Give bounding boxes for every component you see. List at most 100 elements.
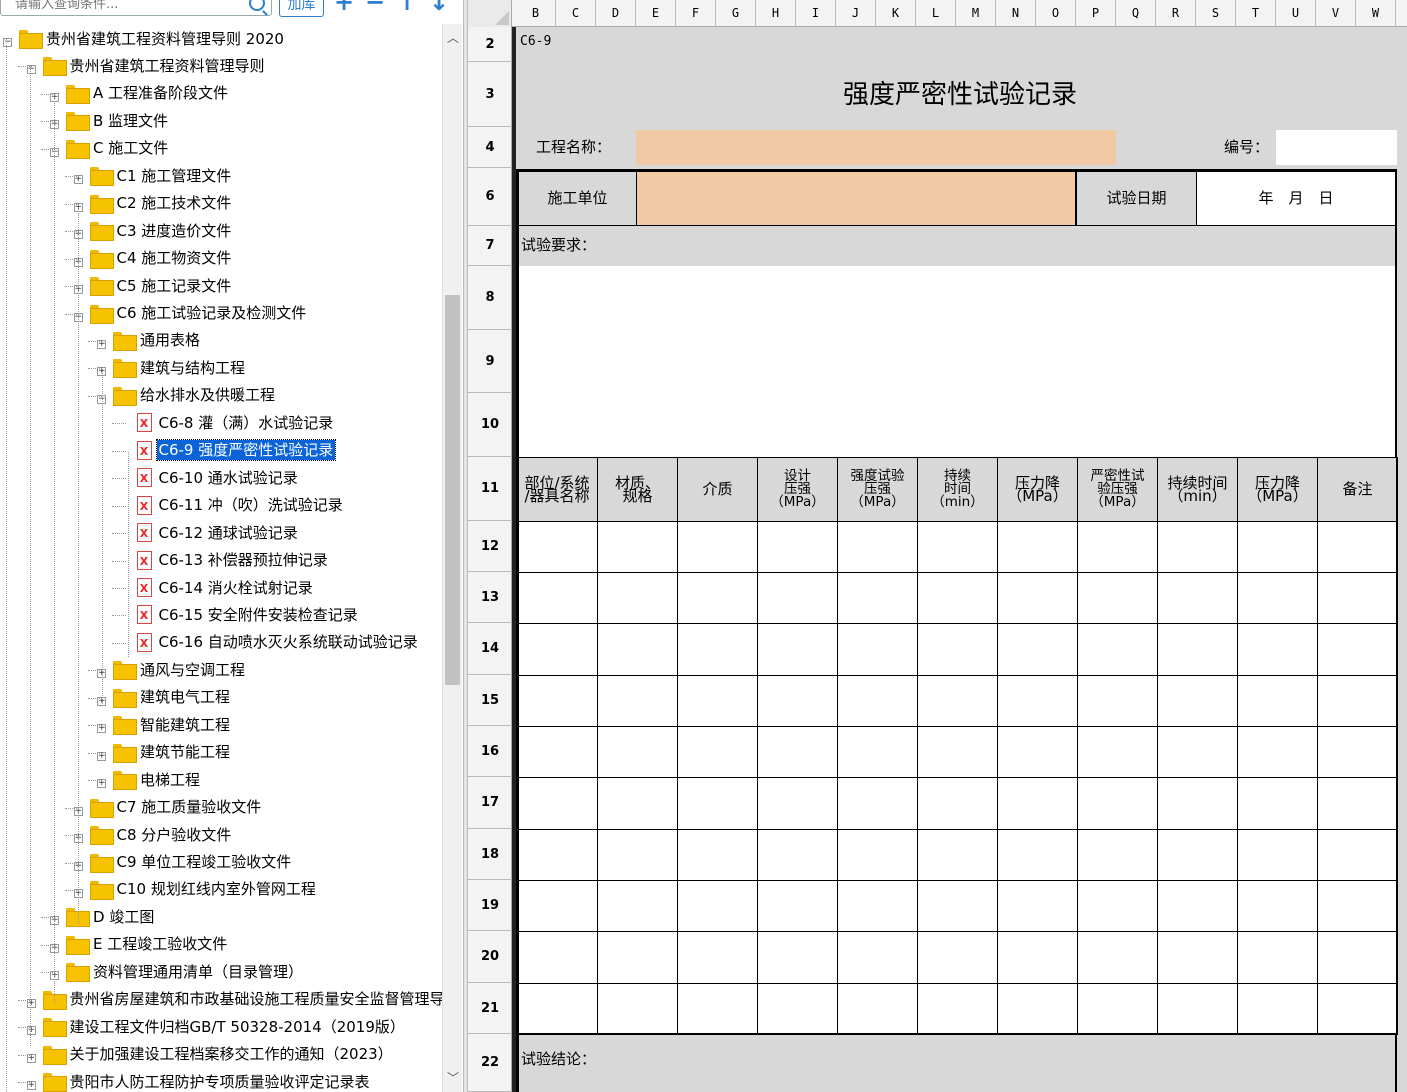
- tree-item-form[interactable]: X C6-14 消火栓试射记录: [136, 574, 315, 601]
- table-data-cell[interactable]: [1077, 675, 1157, 726]
- table-data-cell[interactable]: [757, 726, 837, 777]
- table-data-cell[interactable]: [917, 675, 997, 726]
- tree-item-folder[interactable]: + 建筑节能工程: [97, 739, 232, 766]
- column-header[interactable]: B: [516, 0, 556, 27]
- search-icon[interactable]: [249, 0, 265, 11]
- tree-item-folder[interactable]: + C1 施工管理文件: [73, 162, 234, 189]
- column-header[interactable]: R: [1156, 0, 1196, 27]
- table-data-cell[interactable]: [1317, 880, 1397, 931]
- table-data-cell[interactable]: [1077, 572, 1157, 623]
- table-data-cell[interactable]: [997, 572, 1077, 623]
- table-data-cell[interactable]: [757, 623, 837, 675]
- tree-item-folder[interactable]: + 电梯工程: [97, 766, 202, 793]
- collapse-icon[interactable]: −: [3, 38, 12, 47]
- tree-item-folder[interactable]: + C3 进度造价文件: [73, 217, 234, 244]
- tree-item-folder[interactable]: + 建设工程文件归档GB/T 50328-2014（2019版）: [26, 1013, 407, 1040]
- table-data-cell[interactable]: [997, 931, 1077, 983]
- table-data-cell[interactable]: [1237, 983, 1317, 1034]
- test-date-input[interactable]: 年 月 日: [1197, 172, 1395, 225]
- row-header[interactable]: 21: [468, 983, 512, 1034]
- add-library-button[interactable]: 加库: [279, 0, 324, 17]
- table-data-cell[interactable]: [1237, 931, 1317, 983]
- table-data-cell[interactable]: [917, 726, 997, 777]
- table-data-cell[interactable]: [516, 880, 597, 931]
- scroll-up-icon[interactable]: ︿: [443, 28, 463, 48]
- table-data-cell[interactable]: [917, 572, 997, 623]
- column-header[interactable]: O: [1036, 0, 1076, 27]
- table-data-cell[interactable]: [1237, 623, 1317, 675]
- table-data-cell[interactable]: [917, 880, 997, 931]
- table-data-cell[interactable]: [1237, 726, 1317, 777]
- table-data-cell[interactable]: [917, 521, 997, 572]
- tree-item-folder[interactable]: + C5 施工记录文件: [73, 272, 234, 299]
- tree-item-folder[interactable]: + C10 规划红线内室外管网工程: [73, 876, 318, 903]
- column-header[interactable]: G: [716, 0, 756, 27]
- table-data-cell[interactable]: [597, 623, 677, 675]
- table-data-cell[interactable]: [597, 572, 677, 623]
- column-header[interactable]: K: [876, 0, 916, 27]
- table-data-cell[interactable]: [677, 880, 757, 931]
- table-data-cell[interactable]: [597, 880, 677, 931]
- table-data-cell[interactable]: [837, 983, 917, 1034]
- table-data-cell[interactable]: [677, 931, 757, 983]
- table-data-cell[interactable]: [917, 777, 997, 829]
- row-header[interactable]: 18: [468, 829, 512, 880]
- table-data-cell[interactable]: [1237, 675, 1317, 726]
- column-header[interactable]: T: [1236, 0, 1276, 27]
- table-data-cell[interactable]: [757, 572, 837, 623]
- move-up-button[interactable]: ↑: [397, 0, 417, 14]
- scrollbar-thumb[interactable]: [445, 295, 460, 685]
- table-data-cell[interactable]: [1237, 572, 1317, 623]
- row-header[interactable]: 4: [468, 127, 512, 168]
- requirements-input[interactable]: [516, 266, 1397, 457]
- scroll-down-icon[interactable]: ﹀: [443, 1068, 463, 1088]
- table-data-cell[interactable]: [1157, 623, 1237, 675]
- column-header[interactable]: N: [996, 0, 1036, 27]
- table-data-cell[interactable]: [917, 829, 997, 880]
- table-data-cell[interactable]: [757, 521, 837, 572]
- tree-item-folder[interactable]: + 贵阳市人防工程防护专项质量验收评定记录表: [26, 1068, 372, 1092]
- tree-item-form[interactable]: X C6-12 通球试验记录: [136, 519, 300, 546]
- tree-item-folder[interactable]: + C9 单位工程竣工验收文件: [73, 849, 294, 876]
- tree-item-folder[interactable]: + C8 分户验收文件: [73, 821, 234, 848]
- table-data-cell[interactable]: [516, 777, 597, 829]
- table-data-cell[interactable]: [837, 777, 917, 829]
- table-data-cell[interactable]: [677, 829, 757, 880]
- table-data-cell[interactable]: [516, 623, 597, 675]
- table-data-cell[interactable]: [677, 521, 757, 572]
- table-data-cell[interactable]: [917, 623, 997, 675]
- tree-item-folder[interactable]: + 贵州省房屋建筑和市政基础设施工程质量安全监督管理导: [26, 986, 442, 1013]
- table-data-cell[interactable]: [757, 829, 837, 880]
- column-header[interactable]: M: [956, 0, 996, 27]
- table-data-cell[interactable]: [597, 726, 677, 777]
- row-header[interactable]: 15: [468, 675, 512, 726]
- table-data-cell[interactable]: [516, 726, 597, 777]
- table-data-cell[interactable]: [1077, 623, 1157, 675]
- number-input[interactable]: [1276, 130, 1397, 165]
- tree-item-folder[interactable]: − C 施工文件: [50, 135, 170, 162]
- tree-item-folder[interactable]: + 建筑与结构工程: [97, 354, 247, 381]
- table-data-cell[interactable]: [997, 623, 1077, 675]
- row-header[interactable]: 7: [468, 226, 512, 266]
- column-header[interactable]: P: [1076, 0, 1116, 27]
- table-data-cell[interactable]: [1157, 829, 1237, 880]
- select-all-corner[interactable]: [468, 0, 512, 27]
- table-data-cell[interactable]: [1317, 931, 1397, 983]
- tree-item-folder[interactable]: + 通用表格: [97, 327, 202, 354]
- table-data-cell[interactable]: [1157, 777, 1237, 829]
- column-header[interactable]: F: [676, 0, 716, 27]
- tree-item-folder[interactable]: + 建筑电气工程: [97, 684, 232, 711]
- search-box[interactable]: [0, 0, 272, 16]
- table-data-cell[interactable]: [917, 983, 997, 1034]
- column-header[interactable]: U: [1276, 0, 1316, 27]
- table-data-cell[interactable]: [1237, 777, 1317, 829]
- table-data-cell[interactable]: [677, 623, 757, 675]
- table-data-cell[interactable]: [1317, 623, 1397, 675]
- table-data-cell[interactable]: [1157, 983, 1237, 1034]
- table-data-cell[interactable]: [1077, 726, 1157, 777]
- row-header[interactable]: 10: [468, 393, 512, 457]
- tree-item-folder[interactable]: + A 工程准备阶段文件: [50, 80, 230, 107]
- table-data-cell[interactable]: [1157, 726, 1237, 777]
- table-data-cell[interactable]: [837, 572, 917, 623]
- table-data-cell[interactable]: [1077, 880, 1157, 931]
